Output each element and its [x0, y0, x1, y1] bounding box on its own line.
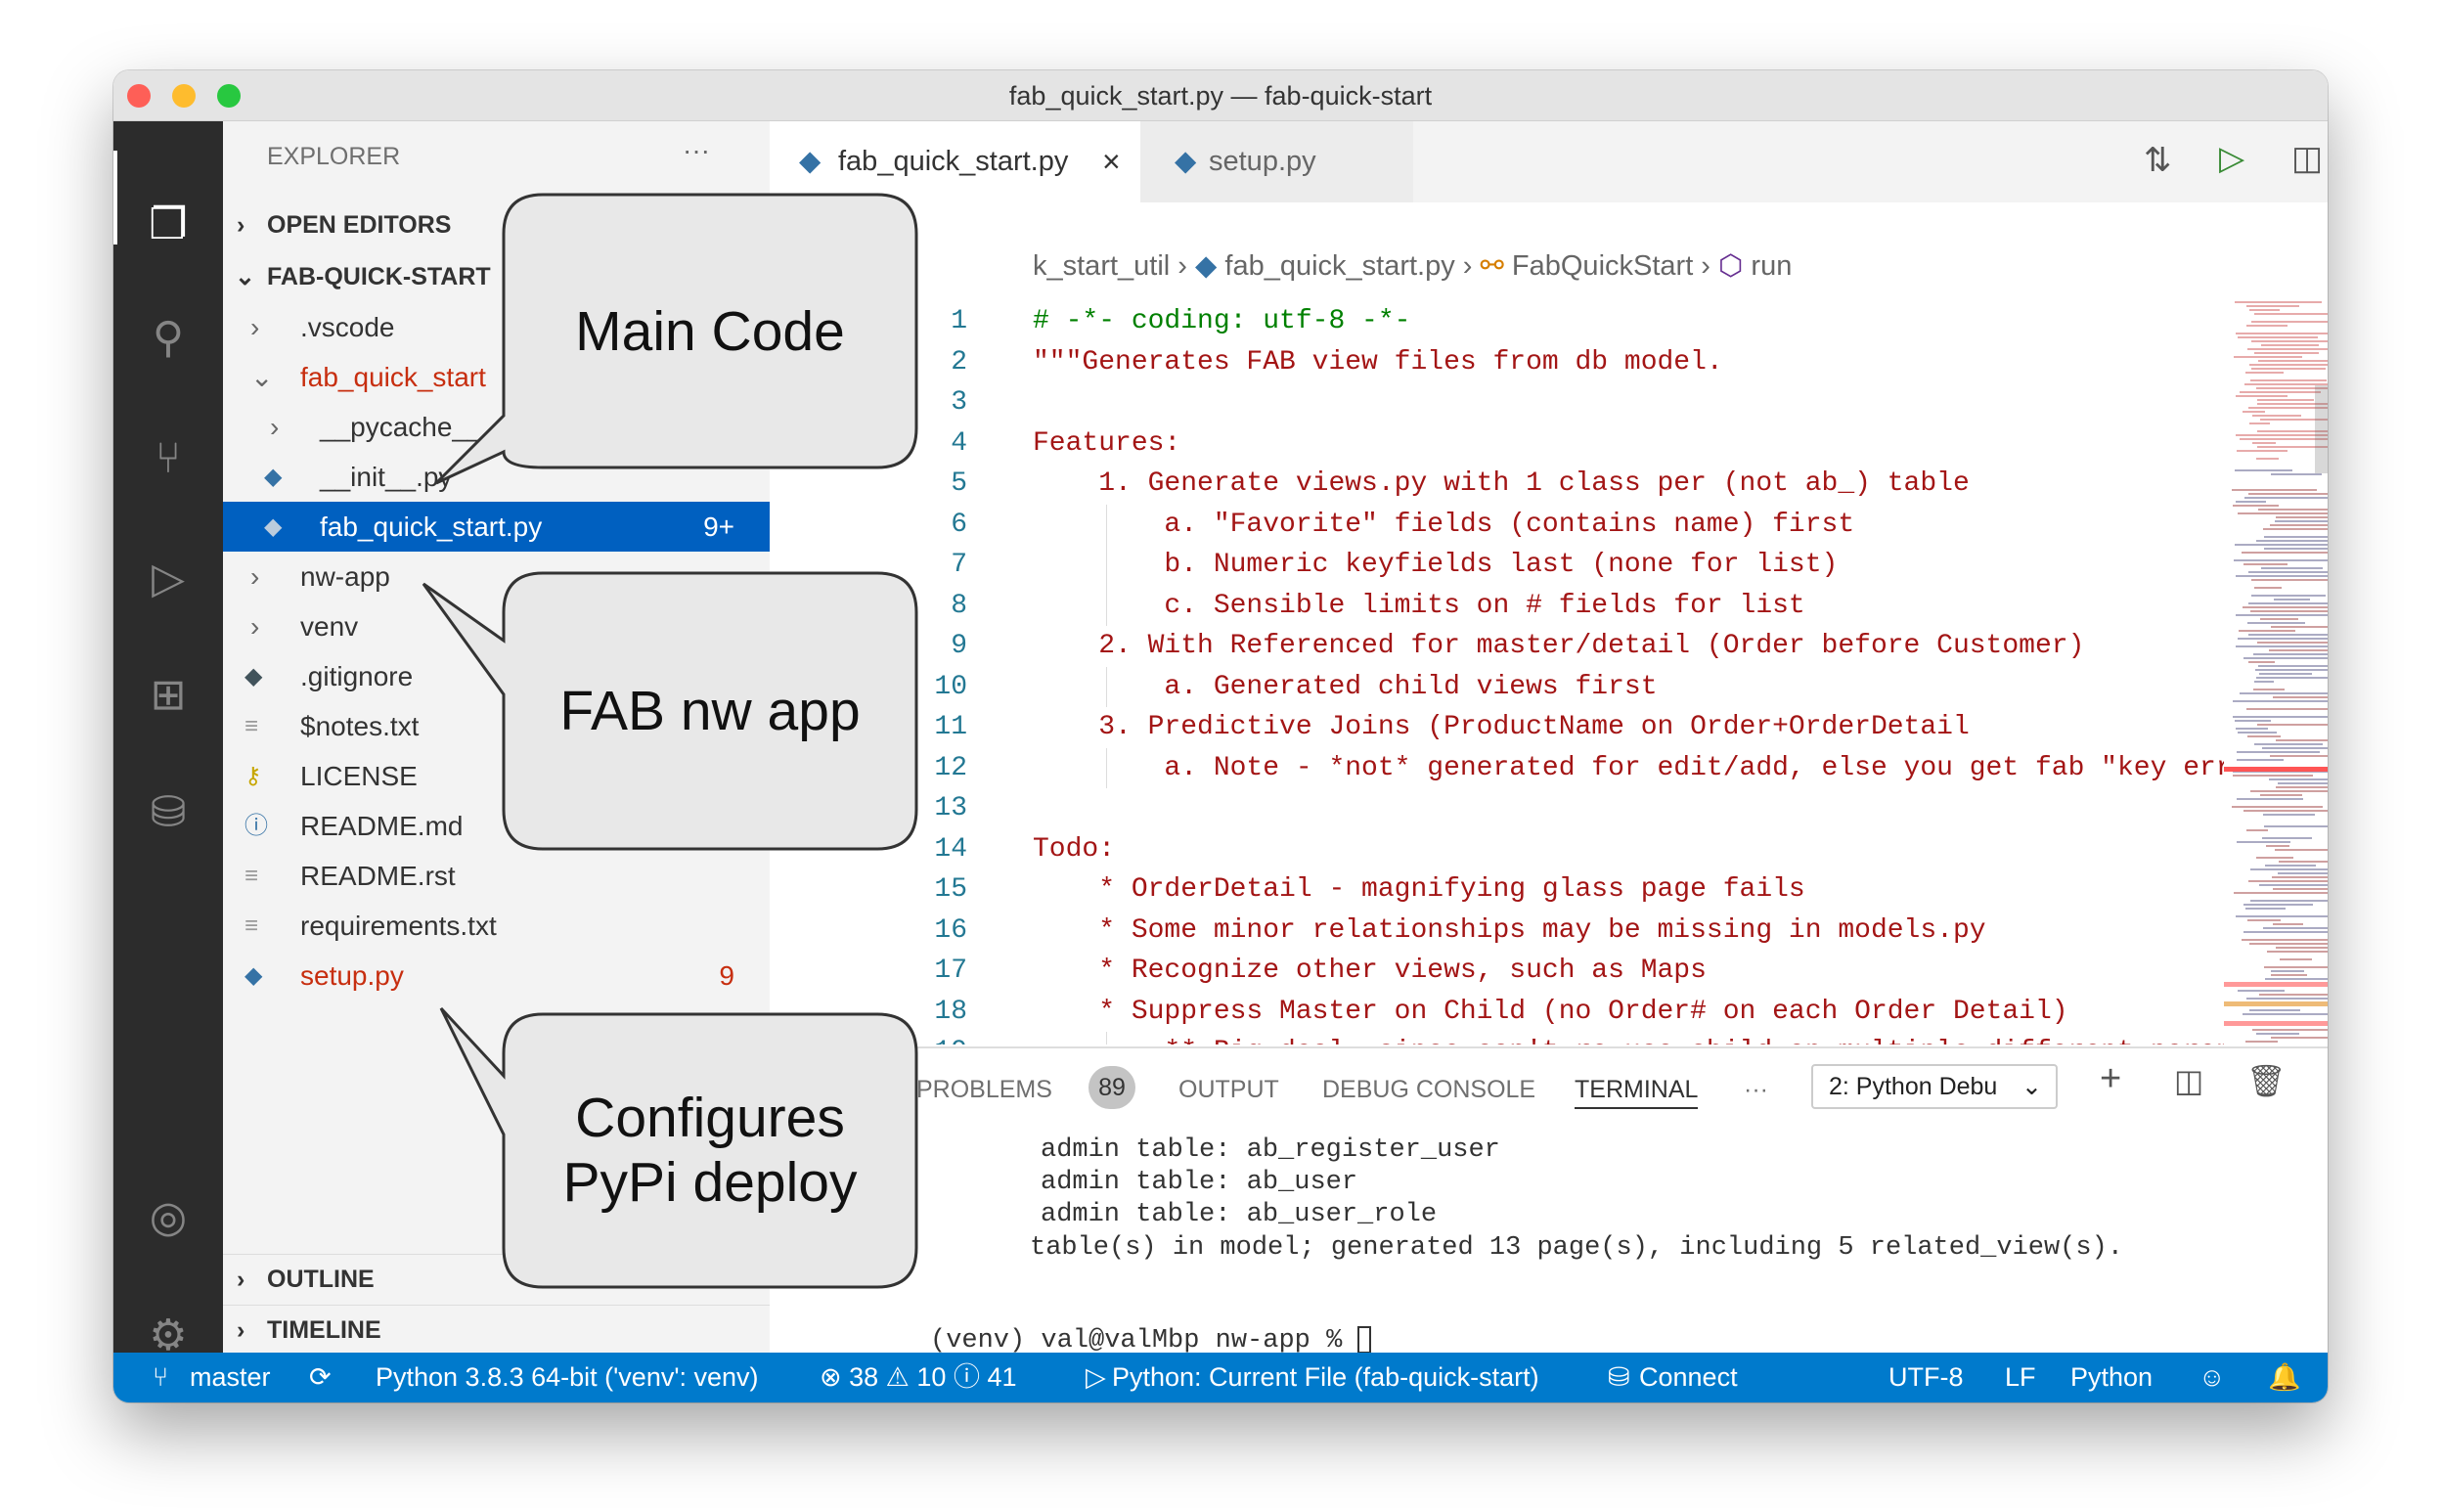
callout-text: Main Code	[575, 300, 845, 363]
callouts-overlay	[422, 193, 918, 1289]
callout-text: FAB nw app	[559, 680, 861, 742]
callout-text: Configures PyPi deploy	[562, 1087, 858, 1214]
